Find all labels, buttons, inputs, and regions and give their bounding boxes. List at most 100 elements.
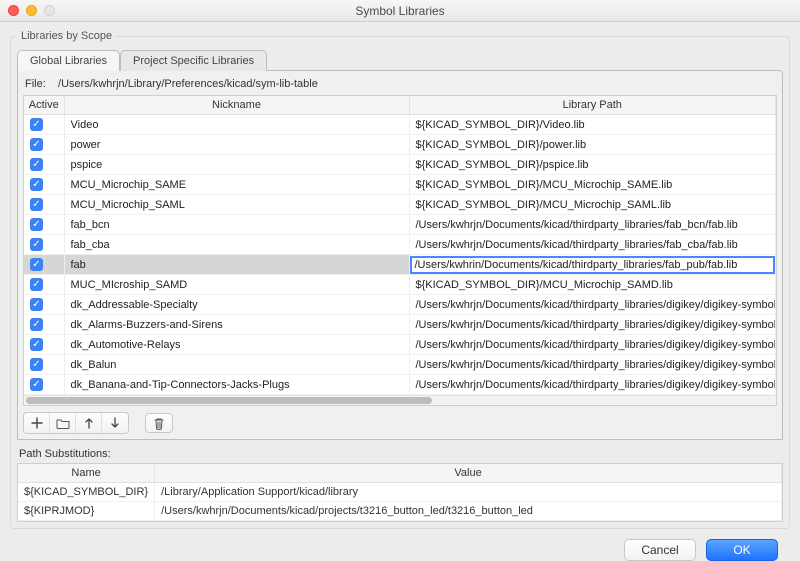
nickname-cell[interactable]: dk_Automotive-Relays — [64, 335, 409, 355]
library-path-cell[interactable]: ${KICAD_SYMBOL_DIR}/Video.lib — [409, 115, 776, 135]
subs-value-cell[interactable]: /Users/kwhrjn/Documents/kicad/projects/t… — [155, 502, 782, 521]
checkbox-icon[interactable]: ✓ — [30, 338, 43, 351]
window-controls — [8, 5, 55, 16]
library-path-cell[interactable]: ${KICAD_SYMBOL_DIR}/MCU_Microchip_SAML.l… — [409, 195, 776, 215]
nickname-cell[interactable]: power — [64, 135, 409, 155]
subs-name-cell[interactable]: ${KICAD_SYMBOL_DIR} — [18, 483, 155, 502]
checkbox-icon[interactable]: ✓ — [30, 358, 43, 371]
library-path-input[interactable]: /Users/kwhrin/Documents/kicad/thirdparty… — [410, 256, 776, 274]
ok-button[interactable]: OK — [706, 539, 778, 561]
browse-library-button[interactable] — [50, 413, 76, 433]
library-path-cell[interactable]: ${KICAD_SYMBOL_DIR}/power.lib — [409, 135, 776, 155]
path-substitutions-table[interactable]: Name Value ${KICAD_SYMBOL_DIR}/Library/A… — [18, 464, 782, 521]
table-row[interactable]: ✓ dk_Addressable-Specialty/Users/kwhrjn/D… — [24, 295, 776, 315]
active-cell[interactable]: ✓ — [24, 215, 64, 235]
cancel-button[interactable]: Cancel — [624, 539, 696, 561]
nickname-cell[interactable]: MCU_Microchip_SAML — [64, 195, 409, 215]
checkbox-icon[interactable]: ✓ — [30, 178, 43, 191]
active-cell[interactable]: ✓ — [24, 155, 64, 175]
table-row[interactable]: ✓ Video${KICAD_SYMBOL_DIR}/Video.lib — [24, 115, 776, 135]
active-cell[interactable]: ✓ — [24, 355, 64, 375]
active-cell[interactable]: ✓ — [24, 295, 64, 315]
delete-library-button[interactable] — [145, 413, 173, 433]
checkbox-icon[interactable]: ✓ — [30, 258, 43, 271]
checkbox-icon[interactable]: ✓ — [30, 278, 43, 291]
active-cell[interactable]: ✓ — [24, 175, 64, 195]
active-cell[interactable]: ✓ — [24, 315, 64, 335]
nickname-cell[interactable]: dk_Banana-and-Tip-Connectors-Jacks-Plugs — [64, 375, 409, 395]
libraries-table[interactable]: Active Nickname Library Path ✓Video${KIC… — [24, 96, 776, 395]
table-row[interactable]: ✓ fab_cba/Users/kwhrjn/Documents/kicad/th… — [24, 235, 776, 255]
subs-col-value[interactable]: Value — [155, 464, 782, 483]
active-cell[interactable]: ✓ — [24, 375, 64, 395]
library-path-cell[interactable]: /Users/kwhrjn/Documents/kicad/thirdparty… — [409, 235, 776, 255]
nickname-cell[interactable]: dk_Balun — [64, 355, 409, 375]
library-path-cell[interactable]: /Users/kwhrjn/Documents/kicad/thirdparty… — [409, 215, 776, 235]
nickname-cell[interactable]: fab_bcn — [64, 215, 409, 235]
nickname-cell[interactable]: dk_Alarms-Buzzers-and-Sirens — [64, 315, 409, 335]
table-row[interactable]: ✓ power${KICAD_SYMBOL_DIR}/power.lib — [24, 135, 776, 155]
checkbox-icon[interactable]: ✓ — [30, 318, 43, 331]
subs-row[interactable]: ${KIPRJMOD}/Users/kwhrjn/Documents/kicad… — [18, 502, 782, 521]
minimize-icon[interactable] — [26, 5, 37, 16]
maximize-icon — [44, 5, 55, 16]
active-cell[interactable]: ✓ — [24, 235, 64, 255]
nickname-cell[interactable]: MCU_Microchip_SAME — [64, 175, 409, 195]
table-row[interactable]: ✓ MCU_Microchip_SAME${KICAD_SYMBOL_DIR}/M… — [24, 175, 776, 195]
library-path-cell[interactable]: /Users/kwhrjn/Documents/kicad/thirdparty… — [409, 355, 776, 375]
checkbox-icon[interactable]: ✓ — [30, 158, 43, 171]
library-path-cell[interactable]: /Users/kwhrjn/Documents/kicad/thirdparty… — [409, 315, 776, 335]
library-path-cell[interactable]: /Users/kwhrjn/Documents/kicad/thirdparty… — [409, 375, 776, 395]
table-row[interactable]: ✓ dk_Alarms-Buzzers-and-Sirens/Users/kwhr… — [24, 315, 776, 335]
active-cell[interactable]: ✓ — [24, 275, 64, 295]
subs-col-name[interactable]: Name — [18, 464, 155, 483]
checkbox-icon[interactable]: ✓ — [30, 138, 43, 151]
checkbox-icon[interactable]: ✓ — [30, 198, 43, 211]
move-down-button[interactable] — [102, 413, 128, 433]
col-nickname[interactable]: Nickname — [64, 96, 409, 115]
col-library-path[interactable]: Library Path — [409, 96, 776, 115]
tab-project-specific-libraries[interactable]: Project Specific Libraries — [120, 50, 267, 71]
horizontal-scrollbar[interactable] — [24, 395, 776, 405]
nickname-cell[interactable]: dk_Addressable-Specialty — [64, 295, 409, 315]
table-row[interactable]: ✓ fab_bcn/Users/kwhrjn/Documents/kicad/th… — [24, 215, 776, 235]
nickname-cell[interactable]: fab_cba — [64, 235, 409, 255]
library-path-cell[interactable]: /Users/kwhrin/Documents/kicad/thirdparty… — [409, 255, 776, 275]
active-cell[interactable]: ✓ — [24, 255, 64, 275]
library-path-cell[interactable]: ${KICAD_SYMBOL_DIR}/pspice.lib — [409, 155, 776, 175]
scrollbar-thumb[interactable] — [26, 397, 432, 404]
nickname-cell[interactable]: MUC_MIcroship_SAMD — [64, 275, 409, 295]
library-path-cell[interactable]: /Users/kwhrjn/Documents/kicad/thirdparty… — [409, 335, 776, 355]
checkbox-icon[interactable]: ✓ — [30, 218, 43, 231]
active-cell[interactable]: ✓ — [24, 135, 64, 155]
table-row[interactable]: ✓ MCU_Microchip_SAML${KICAD_SYMBOL_DIR}/M… — [24, 195, 776, 215]
table-row[interactable]: ✓ dk_Automotive-Relays/Users/kwhrjn/Docum… — [24, 335, 776, 355]
table-row[interactable]: ✓ dk_Balun/Users/kwhrjn/Documents/kicad/t… — [24, 355, 776, 375]
active-cell[interactable]: ✓ — [24, 115, 64, 135]
table-row[interactable]: ✓ pspice${KICAD_SYMBOL_DIR}/pspice.lib — [24, 155, 776, 175]
table-row[interactable]: ✓ MUC_MIcroship_SAMD${KICAD_SYMBOL_DIR}/M… — [24, 275, 776, 295]
col-active[interactable]: Active — [24, 96, 64, 115]
table-row[interactable]: ✓ dk_Banana-and-Tip-Connectors-Jacks-Plug… — [24, 375, 776, 395]
close-icon[interactable] — [8, 5, 19, 16]
checkbox-icon[interactable]: ✓ — [30, 298, 43, 311]
library-path-cell[interactable]: /Users/kwhrjn/Documents/kicad/thirdparty… — [409, 295, 776, 315]
add-library-button[interactable] — [24, 413, 50, 433]
library-path-cell[interactable]: ${KICAD_SYMBOL_DIR}/MCU_Microchip_SAMD.l… — [409, 275, 776, 295]
checkbox-icon[interactable]: ✓ — [30, 118, 43, 131]
active-cell[interactable]: ✓ — [24, 195, 64, 215]
nickname-cell[interactable]: Video — [64, 115, 409, 135]
nickname-cell[interactable]: fab — [64, 255, 409, 275]
active-cell[interactable]: ✓ — [24, 335, 64, 355]
tab-global-libraries[interactable]: Global Libraries — [17, 50, 120, 71]
nickname-cell[interactable]: pspice — [64, 155, 409, 175]
global-libraries-panel: File: /Users/kwhrjn/Library/Preferences/… — [17, 70, 783, 440]
library-path-cell[interactable]: ${KICAD_SYMBOL_DIR}/MCU_Microchip_SAME.l… — [409, 175, 776, 195]
table-row[interactable]: ✓ fab/Users/kwhrin/Documents/kicad/thirdp… — [24, 255, 776, 275]
move-up-button[interactable] — [76, 413, 102, 433]
subs-name-cell[interactable]: ${KIPRJMOD} — [18, 502, 155, 521]
checkbox-icon[interactable]: ✓ — [30, 378, 43, 391]
subs-row[interactable]: ${KICAD_SYMBOL_DIR}/Library/Application … — [18, 483, 782, 502]
subs-value-cell[interactable]: /Library/Application Support/kicad/libra… — [155, 483, 782, 502]
checkbox-icon[interactable]: ✓ — [30, 238, 43, 251]
